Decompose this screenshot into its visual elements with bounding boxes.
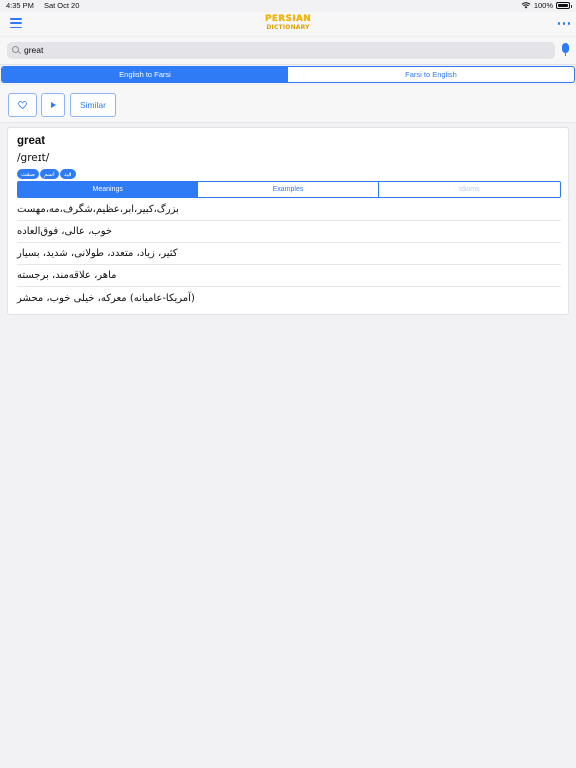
entry-card: great /greɪt/ صفت اسم قید Meanings Examp… bbox=[7, 127, 569, 315]
entry-word: great bbox=[17, 135, 46, 147]
status-left: 4:35 PM Sat Oct 20 bbox=[6, 1, 79, 10]
list-item: خوب، عالی، فوق‌العاده bbox=[17, 221, 561, 243]
entry-pronunciation: /greɪt/ bbox=[17, 152, 50, 164]
tag-adjective: صفت bbox=[17, 169, 40, 179]
tag-noun: اسم bbox=[40, 169, 59, 179]
meanings-list: بزرگ،کبیر،ابر،عظیم،شگرف،مه،مهست خوب، عال… bbox=[17, 199, 561, 309]
list-item: بزرگ،کبیر،ابر،عظیم،شگرف،مه،مهست bbox=[17, 199, 561, 221]
battery-percent: 100% bbox=[533, 1, 553, 10]
tag-adverb: قید bbox=[59, 169, 76, 179]
tab-farsi-to-english[interactable]: Farsi to English bbox=[288, 67, 574, 82]
tab-english-to-farsi[interactable]: English to Farsi bbox=[2, 67, 288, 82]
heart-icon bbox=[18, 101, 27, 109]
microphone-icon[interactable] bbox=[562, 43, 569, 56]
search-input[interactable]: great bbox=[7, 42, 555, 59]
wifi-icon bbox=[521, 2, 531, 9]
status-right: 100% bbox=[521, 1, 572, 10]
status-date: Sat Oct 20 bbox=[43, 1, 80, 10]
word-toolbar: Similar bbox=[0, 85, 576, 123]
play-icon bbox=[51, 102, 56, 108]
favorite-button[interactable] bbox=[8, 93, 37, 117]
logo-line-1: PERSIAN bbox=[264, 14, 312, 24]
list-item: ماهر، علاقه‌مند، برجسته bbox=[17, 265, 561, 287]
list-item: کثیر، زیاد، متعدد، طولانی، شدید، بسیار bbox=[17, 243, 561, 265]
similar-button[interactable]: Similar bbox=[70, 93, 116, 117]
search-row: great bbox=[0, 37, 576, 65]
battery-icon bbox=[556, 2, 572, 9]
more-icon[interactable] bbox=[557, 22, 570, 25]
navigation-bar: PERSIAN DICTIONARY bbox=[0, 12, 576, 36]
search-value[interactable]: great bbox=[24, 45, 43, 55]
status-time: 4:35 PM bbox=[6, 1, 34, 10]
tab-examples[interactable]: Examples bbox=[198, 182, 379, 197]
status-bar: 4:35 PM Sat Oct 20 100% bbox=[0, 0, 576, 12]
direction-segmented-control: English to Farsi Farsi to English bbox=[1, 66, 575, 83]
play-pronunciation-button[interactable] bbox=[41, 93, 65, 117]
part-of-speech-tags: صفت اسم قید bbox=[17, 169, 76, 179]
entry-tabs: Meanings Examples Idioms bbox=[17, 181, 561, 198]
logo-line-2: DICTIONARY bbox=[266, 23, 310, 31]
tab-idioms: Idioms bbox=[459, 186, 480, 193]
search-icon bbox=[12, 46, 19, 53]
tab-meanings[interactable]: Meanings bbox=[18, 182, 199, 197]
hamburger-icon[interactable] bbox=[10, 18, 22, 28]
list-item: (آمریکا-عامیانه) معرکه، خیلی خوب، محشر bbox=[17, 292, 195, 304]
app-logo: PERSIAN DICTIONARY bbox=[264, 15, 312, 31]
